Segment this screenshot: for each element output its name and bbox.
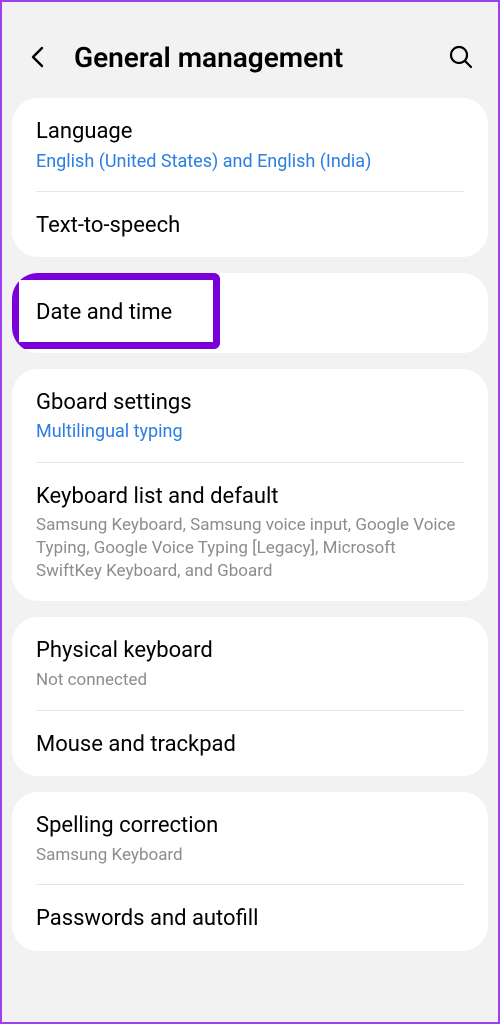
settings-screen: General management Language English (Uni…	[2, 2, 498, 951]
row-title: Passwords and autofill	[36, 905, 464, 933]
card-language-tts: Language English (United States) and Eng…	[12, 98, 488, 257]
row-subtitle: Samsung Keyboard	[36, 844, 464, 867]
row-text-to-speech[interactable]: Text-to-speech	[12, 192, 488, 258]
row-title: Language	[36, 118, 464, 146]
row-title: Date and time	[36, 299, 464, 327]
row-keyboard-list-default[interactable]: Keyboard list and default Samsung Keyboa…	[12, 463, 488, 601]
card-physical-input: Physical keyboard Not connected Mouse an…	[12, 617, 488, 776]
search-button[interactable]	[444, 40, 478, 74]
row-title: Mouse and trackpad	[36, 731, 464, 759]
row-date-and-time[interactable]: Date and time	[12, 273, 488, 353]
row-language[interactable]: Language English (United States) and Eng…	[12, 98, 488, 191]
row-physical-keyboard[interactable]: Physical keyboard Not connected	[12, 617, 488, 709]
card-date-time: Date and time	[12, 273, 488, 353]
row-passwords-autofill[interactable]: Passwords and autofill	[12, 885, 488, 951]
row-subtitle: English (United States) and English (Ind…	[36, 150, 464, 173]
row-subtitle: Multilingual typing	[36, 420, 464, 443]
row-title: Gboard settings	[36, 389, 464, 417]
row-spelling-correction[interactable]: Spelling correction Samsung Keyboard	[12, 792, 488, 884]
row-subtitle: Not connected	[36, 669, 464, 692]
card-spelling-autofill: Spelling correction Samsung Keyboard Pas…	[12, 792, 488, 951]
back-button[interactable]	[22, 40, 56, 74]
row-title: Keyboard list and default	[36, 483, 464, 511]
row-mouse-trackpad[interactable]: Mouse and trackpad	[12, 711, 488, 777]
back-chevron-icon	[29, 46, 49, 68]
row-gboard-settings[interactable]: Gboard settings Multilingual typing	[12, 369, 488, 462]
row-title: Spelling correction	[36, 812, 464, 840]
row-title: Text-to-speech	[36, 212, 464, 240]
row-title: Physical keyboard	[36, 637, 464, 665]
card-keyboard-settings: Gboard settings Multilingual typing Keyb…	[12, 369, 488, 601]
page-title: General management	[74, 41, 444, 74]
header: General management	[12, 12, 488, 98]
row-subtitle: Samsung Keyboard, Samsung voice input, G…	[36, 514, 464, 583]
search-icon	[448, 44, 474, 70]
